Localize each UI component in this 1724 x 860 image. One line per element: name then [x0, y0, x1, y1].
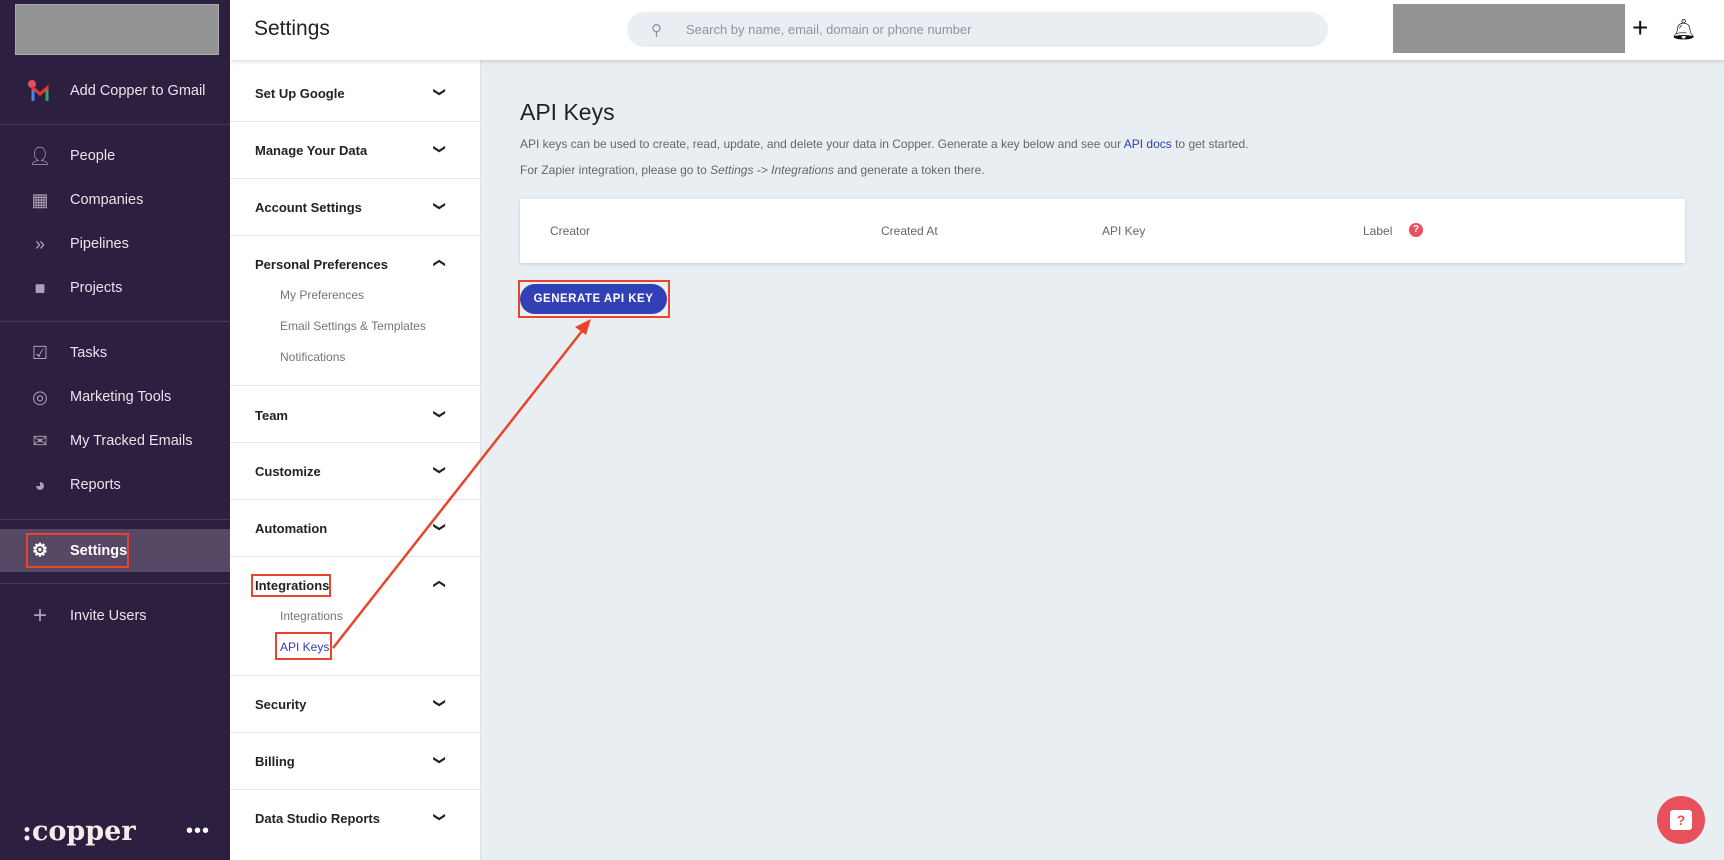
annotation-arrow — [332, 319, 591, 649]
